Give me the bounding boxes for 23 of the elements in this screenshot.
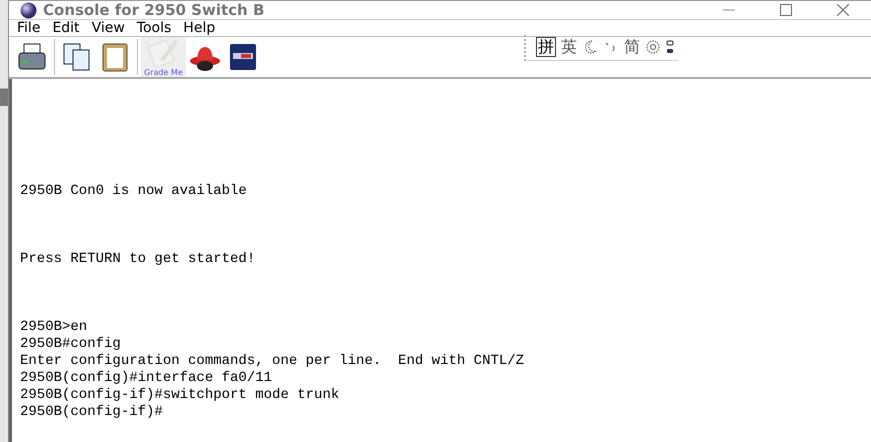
options-icon[interactable]: [666, 39, 674, 55]
console-line: 2950B#config: [20, 336, 122, 353]
console-line: 2950B(config)#interface fa0/11: [20, 370, 274, 387]
console-line: 2950B(config-if)#switchport mode trunk: [20, 387, 340, 404]
menu-item[interactable]: Help: [183, 20, 216, 36]
ime-button[interactable]: 简: [624, 38, 640, 56]
menu-item[interactable]: Tools: [136, 20, 172, 36]
menu-item[interactable]: Edit: [52, 20, 80, 36]
app-icon: [20, 2, 37, 18]
close-icon[interactable]: [837, 4, 849, 16]
menu-item[interactable]: View: [92, 20, 125, 36]
console-line: 2950B(config-if)#: [20, 404, 164, 421]
maximize-icon[interactable]: [780, 4, 792, 16]
ime-button[interactable]: 拼: [536, 37, 556, 57]
console-line: 2950B Con0 is now available: [20, 183, 248, 200]
console-line: Press RETURN to get started!: [20, 251, 256, 268]
console-line: Enter configuration commands, one per line. End with CNTL/Z: [20, 353, 526, 370]
window-title: Console for 2950 Switch B: [43, 1, 264, 19]
tool-label: Grade Me: [144, 69, 183, 77]
console-line: 2950B>en: [20, 319, 88, 336]
gear-icon[interactable]: [644, 39, 661, 55]
ime-button[interactable]: 英: [560, 38, 577, 56]
menu-item[interactable]: File: [17, 20, 40, 36]
